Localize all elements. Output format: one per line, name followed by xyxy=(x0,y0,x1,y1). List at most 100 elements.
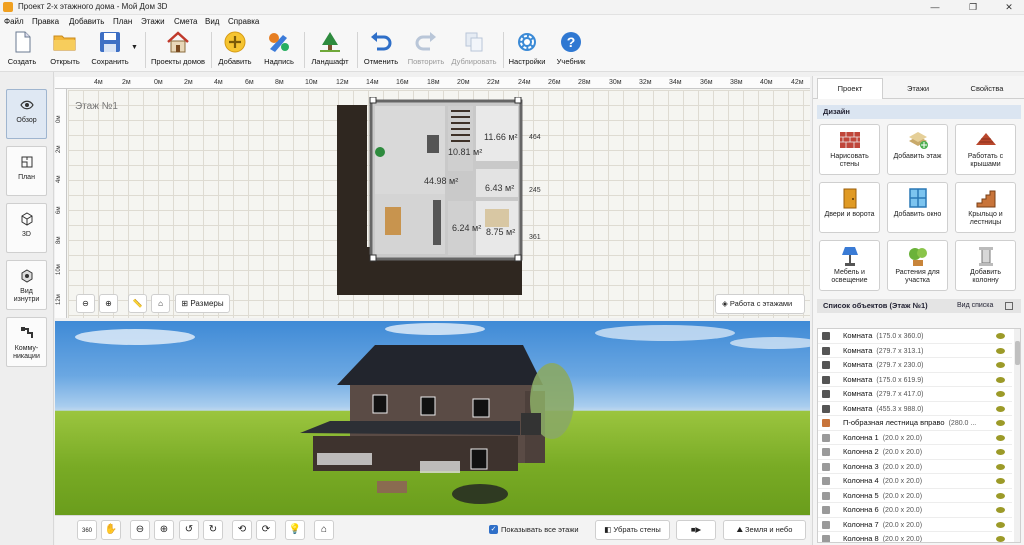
measure-button[interactable]: 📏 xyxy=(128,294,147,313)
objects-list-scrollbar[interactable] xyxy=(1014,329,1020,542)
tab-floors[interactable]: Этажи xyxy=(885,78,951,99)
zoom-in-3d-button[interactable]: ⊕ xyxy=(154,520,174,540)
show-all-floors-checkbox[interactable]: ✓ xyxy=(489,525,498,534)
add-button[interactable]: Добавить xyxy=(216,31,254,71)
list-item[interactable]: П-образная лестница вправо (280.0 ... xyxy=(818,416,1012,431)
list-item[interactable]: Комната (455.3 x 988.0) xyxy=(818,402,1012,416)
home-button[interactable]: ⌂ xyxy=(151,294,170,313)
menu-view[interactable]: Вид xyxy=(205,17,219,26)
save-dropdown-chevron-icon[interactable]: ▼ xyxy=(131,44,138,51)
visibility-eye-icon[interactable] xyxy=(996,347,1005,354)
redo-button[interactable]: Повторить xyxy=(406,31,446,71)
label-button[interactable]: Надпись xyxy=(262,31,296,71)
floor-plan-view[interactable]: 4м 2м 0м 2м 4м 6м 8м 10м 12м 14м 16м 18м… xyxy=(55,77,810,318)
visibility-eye-icon[interactable] xyxy=(996,405,1005,412)
3d-view-button[interactable]: 3D xyxy=(6,203,47,253)
scrollbar-thumb[interactable] xyxy=(1015,341,1020,365)
home-view-button[interactable]: ⌂ xyxy=(314,520,334,540)
sizes-button[interactable]: ⊞ Размеры xyxy=(175,294,230,313)
landscape-button[interactable]: Ландшафт xyxy=(309,31,351,71)
list-item[interactable]: Колонна 3 (20.0 x 20.0) xyxy=(818,460,1012,474)
list-item[interactable]: Комната (279.7 x 230.0) xyxy=(818,358,1012,373)
view-list-toggle[interactable]: Вид списка xyxy=(957,299,993,313)
rotate-360-button[interactable]: 360 xyxy=(77,520,97,540)
work-with-floors-button[interactable]: ◈ Работа с этажами xyxy=(715,294,805,314)
menu-help[interactable]: Справка xyxy=(228,17,259,26)
doors-button[interactable]: Двери и ворота xyxy=(819,182,880,233)
rotate-right-button[interactable]: ↻ xyxy=(203,520,223,540)
plan-view-button[interactable]: План xyxy=(6,146,47,196)
camera-button[interactable]: ■▶ xyxy=(676,520,716,540)
zoom-out-3d-button[interactable]: ⊖ xyxy=(130,520,150,540)
duplicate-button[interactable]: Дублировать xyxy=(450,31,498,71)
visibility-eye-icon[interactable] xyxy=(996,449,1005,455)
list-item[interactable]: Комната (175.0 x 619.9) xyxy=(818,373,1012,387)
list-item[interactable]: Колонна 8 (20.0 x 20.0) xyxy=(818,532,1012,542)
zoom-out-button[interactable]: ⊖ xyxy=(76,294,95,313)
list-item[interactable]: Колонна 4 (20.0 x 20.0) xyxy=(818,474,1012,489)
plants-button[interactable]: Растения для участка xyxy=(887,240,948,291)
menu-add[interactable]: Добавить xyxy=(69,17,104,26)
list-item[interactable]: Комната (279.7 x 313.1) xyxy=(818,344,1012,358)
objects-list[interactable]: Комната (175.0 x 360.0) Комната (279.7 x 31… xyxy=(817,328,1021,543)
minimize-icon[interactable]: — xyxy=(920,0,950,15)
rotate-left-button[interactable]: ↺ xyxy=(179,520,199,540)
list-view-icon[interactable] xyxy=(1005,302,1013,310)
list-item[interactable]: Комната (175.0 x 360.0) xyxy=(818,329,1012,344)
pan-button[interactable]: ✋ xyxy=(101,520,121,540)
visibility-eye-icon[interactable] xyxy=(996,463,1005,470)
corner-handle[interactable] xyxy=(514,254,522,262)
open-button[interactable]: Открыть xyxy=(46,31,84,71)
create-button[interactable]: Создать xyxy=(4,31,40,71)
tab-project[interactable]: Проект xyxy=(817,78,883,99)
settings-button[interactable]: Настройки xyxy=(507,31,547,71)
add-column-button[interactable]: Добавить колонну xyxy=(955,240,1016,291)
corner-handle[interactable] xyxy=(369,254,377,262)
list-item[interactable]: Колонна 1 (20.0 x 20.0) xyxy=(818,431,1012,445)
save-button[interactable]: Сохранить xyxy=(90,31,130,71)
list-item[interactable]: Комната (279.7 x 417.0) xyxy=(818,387,1012,402)
list-item[interactable]: Колонна 7 (20.0 x 20.0) xyxy=(818,518,1012,532)
orbit-right-button[interactable]: ⟳ xyxy=(256,520,276,540)
maximize-icon[interactable]: ❐ xyxy=(958,0,988,15)
list-item[interactable]: Колонна 2 (20.0 x 20.0) xyxy=(818,445,1012,460)
menu-plan[interactable]: План xyxy=(113,17,132,26)
close-icon[interactable]: ✕ xyxy=(994,0,1024,15)
orbit-left-button[interactable]: ⟲ xyxy=(232,520,252,540)
corner-handle[interactable] xyxy=(369,97,377,104)
roofs-button[interactable]: Работать с крышами xyxy=(955,124,1016,175)
lighting-button[interactable]: 💡 xyxy=(285,520,305,540)
house-projects-button[interactable]: Проекты домов xyxy=(150,31,206,71)
menu-file[interactable]: Файл xyxy=(4,17,24,26)
visibility-eye-icon[interactable] xyxy=(996,521,1005,528)
add-window-button[interactable]: Добавить окно xyxy=(887,182,948,233)
communications-button[interactable]: Комму-никации xyxy=(6,317,47,367)
undo-button[interactable]: Отменить xyxy=(362,31,400,71)
list-item[interactable]: Колонна 6 (20.0 x 20.0) xyxy=(818,503,1012,518)
visibility-eye-icon[interactable] xyxy=(996,478,1005,484)
remove-walls-button[interactable]: ◧ Убрать стены xyxy=(595,520,670,540)
overview-button[interactable]: Обзор xyxy=(6,89,47,139)
inside-view-button[interactable]: Вид изнутри xyxy=(6,260,47,310)
visibility-eye-icon[interactable] xyxy=(996,492,1005,499)
3d-viewport[interactable] xyxy=(55,321,810,515)
visibility-eye-icon[interactable] xyxy=(996,362,1005,368)
furniture-lighting-button[interactable]: Мебель и освещение xyxy=(819,240,880,291)
visibility-eye-icon[interactable] xyxy=(996,420,1005,426)
ground-sky-button[interactable]: ⛰ Земля и небо xyxy=(723,520,806,540)
zoom-in-button[interactable]: ⊕ xyxy=(99,294,118,313)
tab-properties[interactable]: Свойства xyxy=(953,78,1021,99)
menu-floors[interactable]: Этажи xyxy=(141,17,165,26)
porch-stairs-button[interactable]: Крыльцо и лестницы xyxy=(955,182,1016,233)
visibility-eye-icon[interactable] xyxy=(996,391,1005,397)
menu-edit[interactable]: Правка xyxy=(32,17,59,26)
visibility-eye-icon[interactable] xyxy=(996,434,1005,441)
menu-estimate[interactable]: Смета xyxy=(174,17,197,26)
visibility-eye-icon[interactable] xyxy=(996,507,1005,513)
visibility-eye-icon[interactable] xyxy=(996,376,1005,383)
list-item[interactable]: Колонна 5 (20.0 x 20.0) xyxy=(818,489,1012,503)
visibility-eye-icon[interactable] xyxy=(996,536,1005,542)
draw-walls-button[interactable]: Нарисовать стены xyxy=(819,124,880,175)
tutorial-button[interactable]: ? Учебник xyxy=(552,31,590,71)
house-floor-plan[interactable] xyxy=(335,97,550,302)
